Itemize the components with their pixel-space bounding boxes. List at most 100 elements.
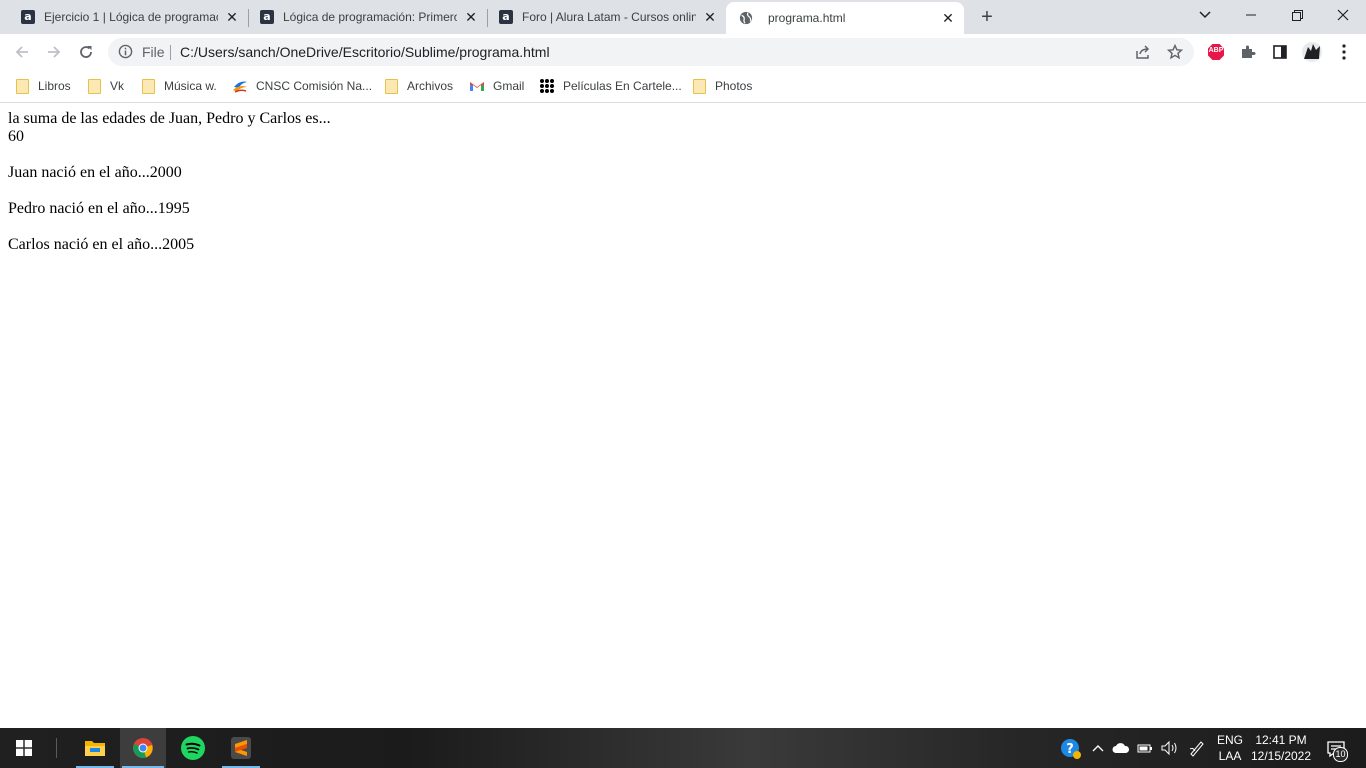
notification-count: 10 xyxy=(1333,747,1348,762)
svg-text:?: ? xyxy=(1066,742,1074,757)
close-icon[interactable]: ✕ xyxy=(224,9,240,25)
forward-button[interactable] xyxy=(40,38,68,66)
tab-ejercicio[interactable]: a Ejercicio 1 | Lógica de programac ✕ xyxy=(0,0,248,34)
carlos-line: Carlos nació en el año...2005 xyxy=(8,236,195,253)
bookmark-musica[interactable]: Música w. xyxy=(140,76,217,96)
clock-time: 12:41 PM xyxy=(1255,733,1307,747)
browser-toolbar: File C:/Users/sanch/OneDrive/Escritorio/… xyxy=(0,34,1366,70)
side-panel-button[interactable] xyxy=(1269,41,1291,63)
bookmark-photos[interactable]: Photos xyxy=(691,76,752,96)
dots-icon xyxy=(539,78,555,94)
adblock-extension-button[interactable]: ABP xyxy=(1205,41,1227,63)
bookmark-label: Vk xyxy=(110,79,125,93)
back-button[interactable] xyxy=(8,38,36,66)
tab-search-button[interactable] xyxy=(1182,0,1228,30)
pen-icon[interactable] xyxy=(1188,740,1206,757)
omnibox-divider xyxy=(170,45,171,60)
alura-icon: a xyxy=(259,9,275,25)
more-vert-icon xyxy=(1342,44,1346,60)
folder-icon xyxy=(383,78,399,94)
reload-button[interactable] xyxy=(72,38,100,66)
bookmark-peliculas[interactable]: Películas En Cartele... xyxy=(539,76,682,96)
tab-logica[interactable]: a Lógica de programación: Primero ✕ xyxy=(239,0,487,34)
star-icon[interactable] xyxy=(1166,43,1184,61)
minimize-button[interactable] xyxy=(1228,0,1274,30)
tab-programa[interactable]: programa.html ✕ xyxy=(726,2,964,34)
volume-icon[interactable] xyxy=(1160,740,1180,756)
language-label: ENG xyxy=(1216,733,1243,747)
juan-line: Juan nació en el año...2000 xyxy=(8,164,182,181)
taskbar-file-explorer[interactable] xyxy=(74,728,116,768)
close-icon[interactable]: ✕ xyxy=(940,10,956,26)
address-bar[interactable]: File C:/Users/sanch/OneDrive/Escritorio/… xyxy=(108,38,1194,66)
minimize-icon xyxy=(1246,14,1256,16)
url-text[interactable]: C:/Users/sanch/OneDrive/Escritorio/Subli… xyxy=(180,44,550,60)
tab-foro[interactable]: a Foro | Alura Latam - Cursos onlin ✕ xyxy=(478,0,726,34)
bookmark-label: Archivos xyxy=(407,79,454,93)
start-button[interactable] xyxy=(0,728,48,768)
folder-icon xyxy=(85,741,105,756)
sublime-text-icon xyxy=(231,737,251,759)
bookmark-archivos[interactable]: Archivos xyxy=(383,76,453,96)
bookmark-label: Música w. xyxy=(164,79,217,93)
restore-button[interactable] xyxy=(1274,0,1320,30)
sum-heading: la suma de las edades de Juan, Pedro y C… xyxy=(8,110,331,127)
info-icon[interactable] xyxy=(118,44,133,64)
notification-center-button[interactable]: 10 xyxy=(1322,738,1350,762)
tab-title: Foro | Alura Latam - Cursos onlin xyxy=(522,10,696,24)
alura-icon: a xyxy=(498,9,514,25)
bookmark-label: Libros xyxy=(38,79,71,93)
new-tab-button[interactable]: + xyxy=(976,6,998,28)
folder-icon xyxy=(14,78,30,94)
bookmark-vk[interactable]: Vk xyxy=(86,76,124,96)
cnsc-icon xyxy=(232,78,248,94)
sum-value: 60 xyxy=(8,128,24,145)
folder-icon xyxy=(86,78,102,94)
scheme-label: File xyxy=(142,44,165,60)
chevron-up-icon[interactable] xyxy=(1090,740,1106,756)
onedrive-icon[interactable] xyxy=(1112,740,1130,756)
profile-avatar[interactable] xyxy=(1301,41,1323,63)
tab-strip: a Ejercicio 1 | Lógica de programac ✕ a … xyxy=(0,0,1366,34)
battery-icon[interactable] xyxy=(1137,740,1153,756)
tab-title: Ejercicio 1 | Lógica de programac xyxy=(44,10,218,24)
spotify-icon xyxy=(181,736,205,760)
alura-icon: a xyxy=(20,9,36,25)
bookmark-label: Photos xyxy=(715,79,753,93)
menu-button[interactable] xyxy=(1333,41,1355,63)
extensions-button[interactable] xyxy=(1237,41,1259,63)
page-content: la suma de las edades de Juan, Pedro y C… xyxy=(8,110,331,254)
bookmarks-bar: Libros Vk Música w. CNSC Comisión Na... … xyxy=(0,70,1366,103)
close-window-button[interactable] xyxy=(1320,0,1366,30)
taskbar-chrome[interactable] xyxy=(120,728,166,768)
arrow-right-icon xyxy=(48,46,61,58)
tab-title: programa.html xyxy=(768,11,846,25)
folder-icon xyxy=(140,78,156,94)
close-icon[interactable]: ✕ xyxy=(463,9,479,25)
keyboard-layout-label: LAA xyxy=(1218,749,1242,763)
bookmark-gmail[interactable]: Gmail xyxy=(469,76,524,96)
close-icon[interactable]: ✕ xyxy=(702,9,718,25)
puzzle-icon xyxy=(1242,45,1256,58)
chevron-down-icon xyxy=(1199,11,1211,19)
pedro-line: Pedro nació en el año...1995 xyxy=(8,200,190,217)
gmail-icon xyxy=(469,78,485,94)
bookmark-cnsc[interactable]: CNSC Comisión Na... xyxy=(232,76,372,96)
close-icon xyxy=(1337,9,1349,21)
side-panel-icon xyxy=(1273,45,1287,59)
help-icon[interactable]: ? xyxy=(1060,738,1082,760)
bookmark-label: Películas En Cartele... xyxy=(563,79,682,93)
taskbar-sublime[interactable] xyxy=(220,728,262,768)
taskbar-spotify[interactable] xyxy=(172,728,214,768)
bookmark-libros[interactable]: Libros xyxy=(14,76,71,96)
folder-icon xyxy=(691,78,707,94)
language-indicator[interactable]: ENG LAA xyxy=(1212,732,1248,764)
clock-date: 12/15/2022 xyxy=(1250,749,1312,763)
clock[interactable]: 12:41 PM 12/15/2022 xyxy=(1248,732,1314,764)
globe-icon xyxy=(738,10,754,26)
adblock-label: ABP xyxy=(1208,47,1224,54)
avatar-icon xyxy=(1302,42,1322,62)
tab-title: Lógica de programación: Primero xyxy=(283,10,457,24)
share-icon[interactable] xyxy=(1134,43,1152,61)
bookmark-label: CNSC Comisión Na... xyxy=(256,79,373,93)
